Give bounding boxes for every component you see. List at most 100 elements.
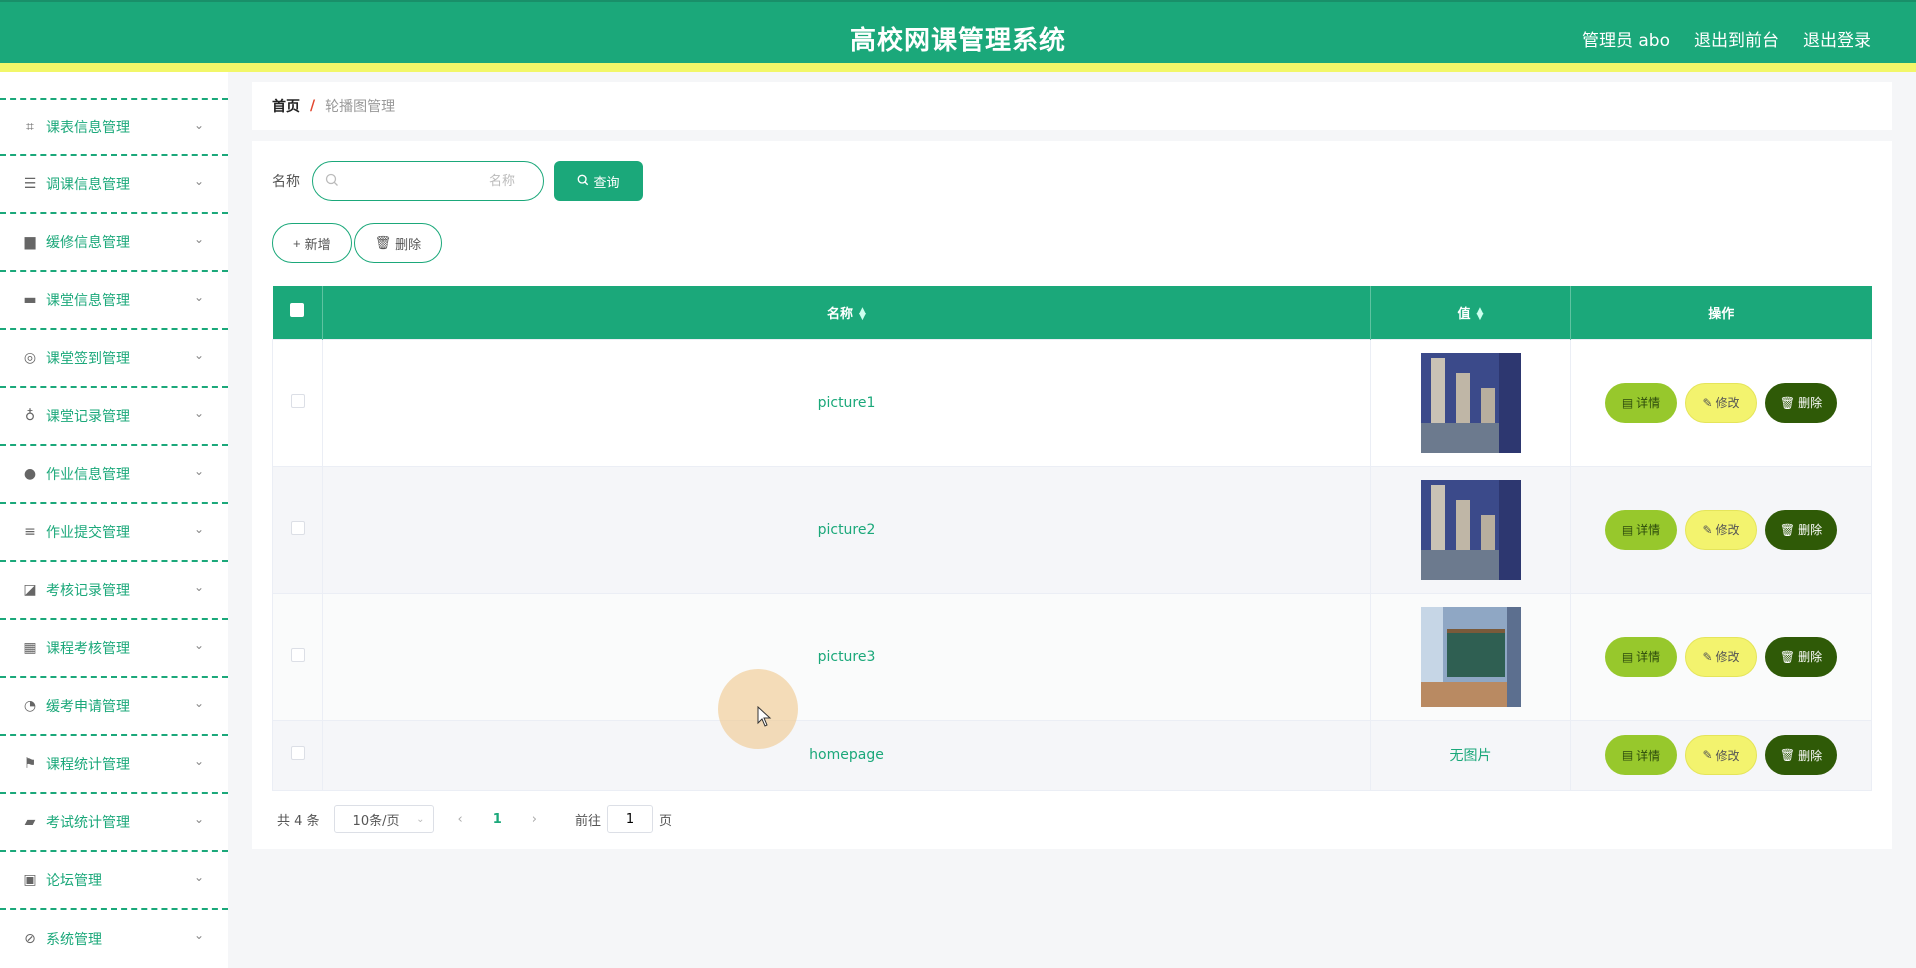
batch-delete-label: 删除 [395,236,422,252]
breadcrumb: 首页 / 轮播图管理 [252,82,1892,130]
col-header-name-label: 名称 [827,306,854,322]
prev-page-icon[interactable]: ‹ [458,812,463,827]
sidebar-item-assessment-record[interactable]: ◪ 考核记录管理 ⌄ [0,562,228,620]
sidebar-item-system[interactable]: ⊘ 系统管理 ⌄ [0,910,228,968]
sidebar-item-deferral[interactable]: ▆ 缓修信息管理 ⌄ [0,214,228,272]
delete-button[interactable]: 🗑 删除 [1765,509,1837,550]
chevron-down-icon: ⌄ [193,696,204,710]
edit-button[interactable]: ✎ 修改 [1685,735,1757,775]
table-row: homepage 无图片 ▤ 详情 ✎ 修改 🗑 删除 [272,719,1872,791]
detail-button[interactable]: ▤ 详情 [1605,509,1677,550]
next-page-icon[interactable]: › [532,812,537,827]
sidebar: ⌗ 课表信息管理 ⌄ ☰ 调课信息管理 ⌄ ▆ 缓修信息管理 ⌄ ▬ 课堂信息管… [0,72,228,968]
picture-thumbnail[interactable] [1420,479,1521,580]
crop-icon: ⌗ [26,119,34,135]
chevron-down-icon: ⌄ [416,813,425,825]
mouse-cursor-icon [757,706,772,727]
chevron-down-icon: ⌄ [193,522,204,536]
sidebar-item-homework[interactable]: ● 作业信息管理 ⌄ [0,446,228,504]
add-button[interactable]: + 新增 [272,223,352,263]
search-icon [325,173,339,191]
breadcrumb-separator: / [310,98,316,114]
sort-icon[interactable]: ▲ ▼ [1477,307,1484,322]
delete-button[interactable]: 🗑 删除 [1765,636,1837,677]
row-checkbox[interactable] [290,746,305,760]
chevron-down-icon: ⌄ [193,406,204,420]
edit-button[interactable]: ✎ 修改 [1685,509,1757,550]
sidebar-item-label: 作业信息管理 [46,467,130,483]
sidebar-item-forum[interactable]: ▣ 论坛管理 ⌄ [0,852,228,910]
data-table: 名称 ▲ ▼ 值 ▲ ▼ 操作 picture1 ▤ 详情 ✎ 修改 🗑 删除 … [272,286,1872,791]
trash-icon: 🗑 [1779,395,1796,410]
sidebar-item-label: 调课信息管理 [46,177,130,193]
exit-to-front-link[interactable]: 退出到前台 [1694,26,1779,51]
page-size-value: 10条/页 [352,813,400,829]
row-select-cell [272,719,323,791]
breadcrumb-home[interactable]: 首页 [272,96,300,116]
trash-icon: 🗑 [1779,649,1796,664]
pencil-icon: ✎ [1702,395,1713,410]
search-icon [577,174,589,189]
briefcase-icon: ▆ [24,234,36,250]
col-header-name[interactable]: 名称 ▲ ▼ [322,286,1371,339]
table-header-row: 名称 ▲ ▼ 值 ▲ ▼ 操作 [272,286,1872,339]
delete-button[interactable]: 🗑 删除 [1765,735,1837,775]
sort-icon[interactable]: ▲ ▼ [859,307,866,322]
chevron-down-icon: ⌄ [193,928,204,942]
sidebar-item-label: 课堂签到管理 [46,351,130,367]
col-header-value[interactable]: 值 ▲ ▼ [1370,286,1571,339]
sidebar-item-schedule[interactable]: ⌗ 课表信息管理 ⌄ [0,98,228,156]
page-number[interactable]: 1 [493,812,502,827]
plus-icon: + [293,235,301,251]
query-button-label: 查询 [593,174,620,190]
value-cell: 无图片 [1370,719,1571,791]
page-unit-label: 页 [659,813,673,829]
logout-link[interactable]: 退出登录 [1803,26,1871,51]
chevron-down-icon: ⌄ [193,812,204,826]
sidebar-item-classroom[interactable]: ▬ 课堂信息管理 ⌄ [0,272,228,330]
edit-button[interactable]: ✎ 修改 [1685,382,1757,423]
sidebar-item-label: 论坛管理 [46,873,102,889]
detail-button[interactable]: ▤ 详情 [1605,382,1677,423]
picture-thumbnail[interactable] [1420,606,1521,707]
batch-delete-button[interactable]: 🗑 删除 [353,223,443,263]
delete-button[interactable]: 🗑 删除 [1765,382,1837,423]
sidebar-item-homework-submit[interactable]: ≡ 作业提交管理 ⌄ [0,504,228,562]
sidebar-item-checkin[interactable]: ◎ 课堂签到管理 ⌄ [0,330,228,388]
add-button-label: 新增 [304,236,331,252]
sidebar-item-exam-stats[interactable]: ▰ 考试统计管理 ⌄ [0,794,228,852]
row-checkbox[interactable] [290,647,305,662]
search-row: 名称 查询 [272,161,643,201]
search-input[interactable] [313,162,543,200]
admin-user-link[interactable]: 管理员 abo [1582,26,1670,51]
col-header-value-label: 值 [1457,306,1471,322]
goto-page-input[interactable] [607,805,654,833]
detail-button[interactable]: ▤ 详情 [1605,735,1677,775]
picture-thumbnail[interactable] [1420,352,1521,453]
ticket-icon: ▰ [24,814,36,830]
ops-cell: ▤ 详情 ✎ 修改 🗑 删除 [1570,592,1872,721]
ops-cell: ▤ 详情 ✎ 修改 🗑 删除 [1570,465,1872,594]
edit-button[interactable]: ✎ 修改 [1685,636,1757,677]
main-panel: 名称 查询 + 新增 🗑 删除 名称 ▲▼ 值 ▲▼ [252,141,1892,849]
sidebar-item-label: 作业提交管理 [46,525,130,541]
ops-cell: ▤ 详情 ✎ 修改 🗑 删除 [1570,338,1872,467]
top-header: 高校网课管理系统 管理员 abo 退出到前台 退出登录 [0,0,1916,72]
table-row: picture3 ▤ 详情 ✎ 修改 🗑 删除 [272,592,1872,721]
header-links: 管理员 abo 退出到前台 退出登录 [1582,26,1871,51]
detail-button[interactable]: ▤ 详情 [1605,636,1677,677]
page-size-select[interactable]: 10条/页 ⌄ [333,805,434,833]
query-button[interactable]: 查询 [554,161,643,201]
sidebar-item-course-stats[interactable]: ⚑ 课程统计管理 ⌄ [0,736,228,794]
pencil-icon: ✎ [1702,649,1713,664]
row-checkbox[interactable] [290,393,305,408]
sidebar-item-exam-deferral[interactable]: ◔ 缓考申请管理 ⌄ [0,678,228,736]
sidebar-item-course-adjust[interactable]: ☰ 调课信息管理 ⌄ [0,156,228,214]
sidebar-item-class-record[interactable]: ♁ 课堂记录管理 ⌄ [0,388,228,446]
bulb-icon: ● [23,466,37,482]
sidebar-item-course-assessment[interactable]: ▦ 课程考核管理 ⌄ [0,620,228,678]
pagination: 共 4 条 10条/页 ⌄ ‹ 1 › 前往 页 [277,805,672,833]
row-checkbox[interactable] [290,520,305,535]
select-all-checkbox[interactable] [290,303,305,318]
chevron-down-icon: ⌄ [193,348,204,362]
